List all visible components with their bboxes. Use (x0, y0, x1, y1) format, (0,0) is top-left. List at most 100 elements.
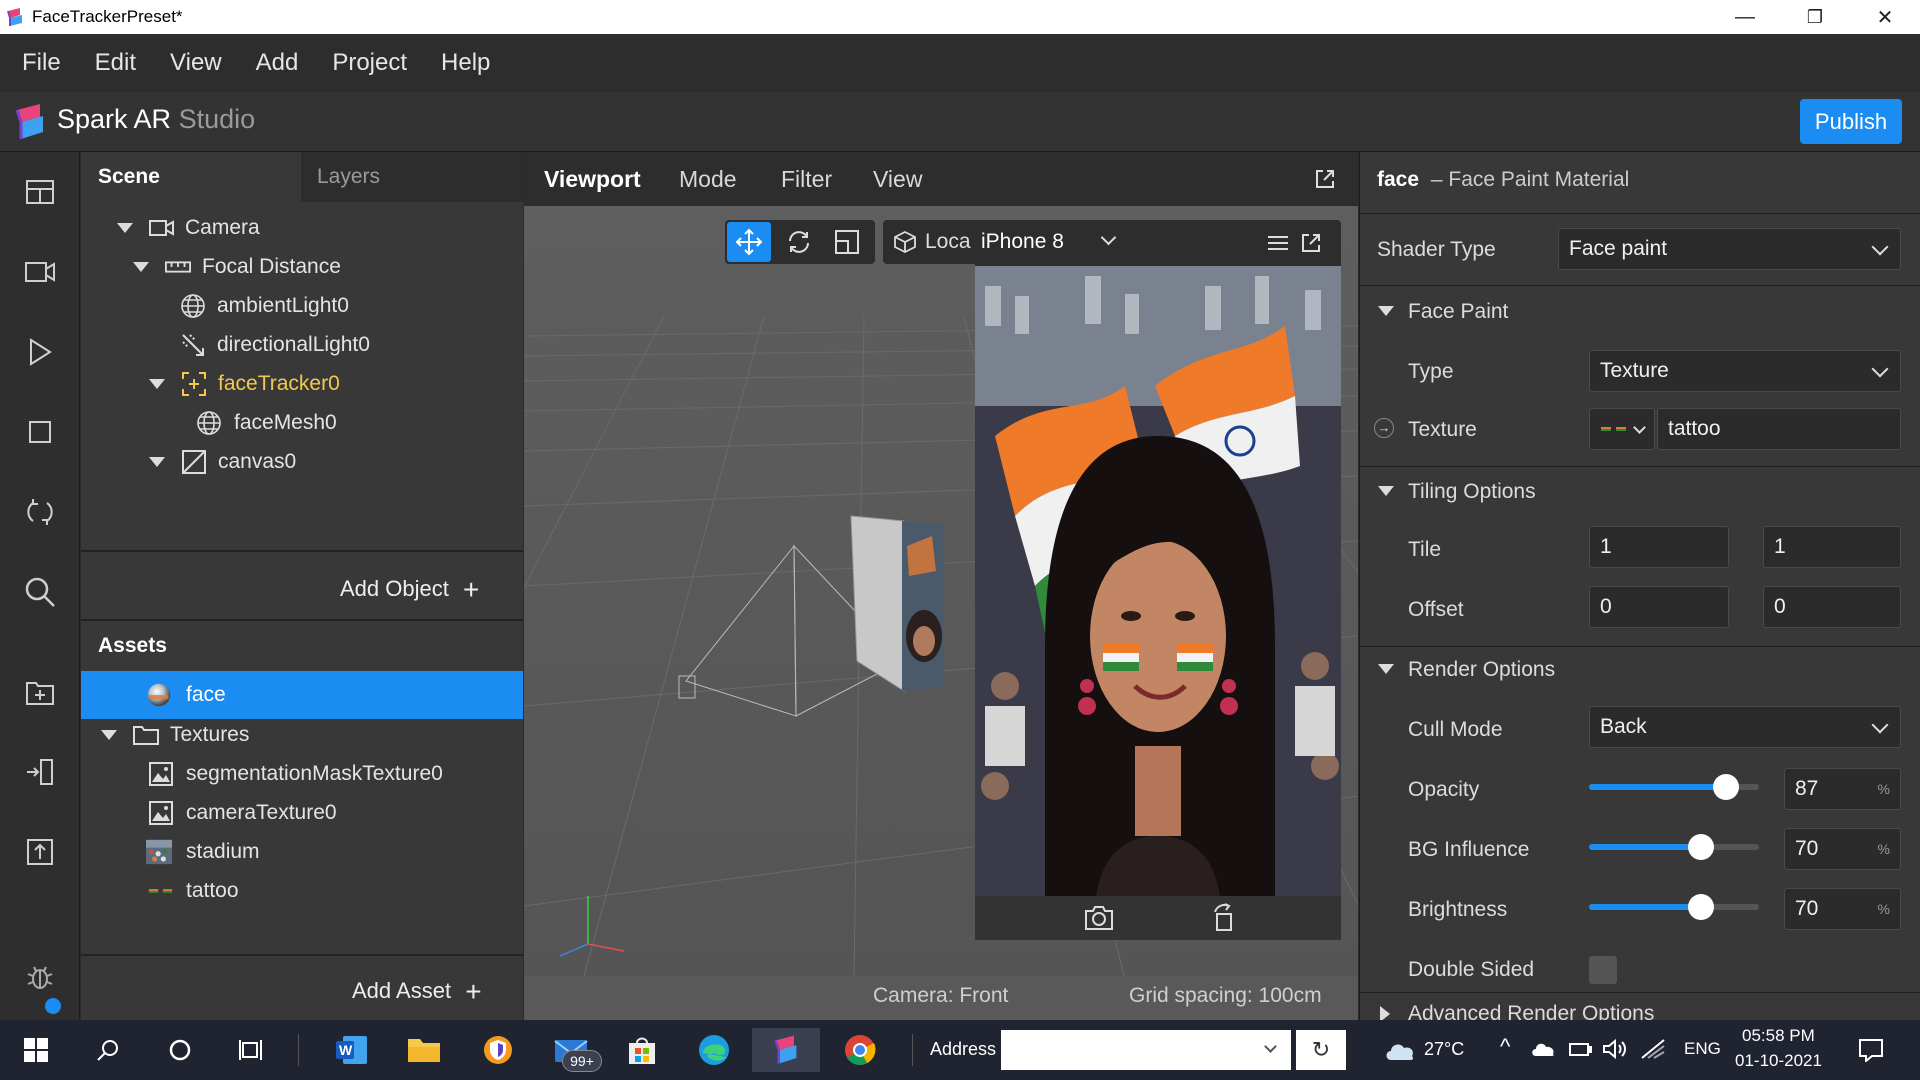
menu-file[interactable]: File (22, 49, 61, 77)
tiling-section[interactable]: Tiling Options (1360, 462, 1920, 522)
clock-date[interactable]: 01-10-2021 (1735, 1051, 1822, 1071)
search-button[interactable] (86, 1028, 130, 1072)
tile-y-input[interactable]: 1 (1763, 526, 1901, 568)
minimize-button[interactable]: — (1710, 0, 1780, 34)
spark-ar-app[interactable] (752, 1028, 820, 1072)
slider-handle[interactable] (1688, 894, 1714, 920)
clock-time[interactable]: 05:58 PM (1742, 1026, 1815, 1046)
rotate-device-icon[interactable] (1209, 902, 1239, 932)
spark-ar-logo-icon (15, 104, 43, 139)
tab-scene[interactable]: Scene (81, 152, 301, 202)
expand-arrow-icon[interactable] (117, 223, 133, 233)
chevron-up-icon[interactable]: ^ (1500, 1034, 1510, 1060)
asset-item-tattoo[interactable]: tattoo (81, 867, 523, 915)
layout-button[interactable] (20, 172, 60, 212)
arrow-right-icon[interactable]: → (1374, 418, 1394, 438)
device-select[interactable]: iPhone 8 (975, 220, 1135, 264)
type-select[interactable]: Texture (1589, 350, 1901, 392)
explorer-app[interactable] (402, 1028, 446, 1072)
move-tool-button[interactable] (727, 222, 771, 262)
restart-button[interactable] (20, 492, 60, 532)
wifi-icon[interactable] (1640, 1038, 1666, 1060)
menu-icon[interactable] (1267, 234, 1289, 252)
expand-arrow-icon[interactable] (149, 457, 165, 467)
rotate-tool-button[interactable] (777, 222, 821, 262)
chrome-app[interactable] (838, 1028, 882, 1072)
menu-project[interactable]: Project (332, 49, 407, 77)
preview-controls (975, 896, 1341, 940)
debug-button[interactable] (20, 957, 60, 997)
collapse-arrow-icon[interactable] (1378, 664, 1394, 674)
advanced-section[interactable]: Advanced Render Options (1360, 1000, 1920, 1020)
texture-thumb-select[interactable] (1589, 408, 1655, 450)
tree-item-canvas[interactable]: canvas0 (81, 438, 523, 486)
pop-out-icon[interactable] (1300, 232, 1322, 254)
brightness-input[interactable]: 70% (1784, 888, 1901, 930)
render-section[interactable]: Render Options (1360, 640, 1920, 700)
tile-row: Tile 1 1 (1360, 520, 1920, 580)
add-asset-button[interactable]: Add Asset + (352, 976, 482, 1008)
menu-view[interactable]: View (170, 49, 222, 77)
notification-icon[interactable] (1858, 1038, 1884, 1062)
expand-arrow-icon[interactable] (149, 379, 165, 389)
address-input[interactable] (1001, 1030, 1291, 1070)
tab-mode[interactable]: Mode (679, 166, 737, 193)
start-button[interactable] (14, 1028, 58, 1072)
screenshot-icon[interactable] (1083, 904, 1115, 932)
texture-value-field[interactable]: tattoo (1657, 408, 1901, 450)
expand-arrow-icon[interactable] (101, 730, 117, 740)
tab-viewport[interactable]: Viewport (544, 166, 641, 193)
import-button[interactable] (20, 752, 60, 792)
vpn-app[interactable] (476, 1028, 520, 1072)
menu-edit[interactable]: Edit (95, 49, 136, 77)
camera-label: Camera: Front (873, 984, 1009, 1007)
brightness-slider[interactable] (1589, 894, 1759, 920)
chevron-down-icon[interactable] (1264, 1040, 1277, 1053)
opacity-slider[interactable] (1589, 774, 1759, 800)
cull-mode-select[interactable]: Back (1589, 706, 1901, 748)
play-button[interactable] (20, 332, 60, 372)
expand-arrow-icon[interactable] (133, 262, 149, 272)
scale-tool-button[interactable] (825, 222, 869, 262)
task-view-button[interactable] (230, 1028, 274, 1072)
upload-button[interactable] (20, 832, 60, 872)
collapse-arrow-icon[interactable] (1378, 306, 1394, 316)
collapse-arrow-icon[interactable] (1378, 486, 1394, 496)
tab-view[interactable]: View (873, 166, 922, 193)
device-preview[interactable]: iPhone 8 (975, 220, 1341, 940)
add-object-button[interactable]: Add Object + (340, 574, 479, 606)
store-app[interactable] (620, 1028, 664, 1072)
volume-icon[interactable] (1602, 1038, 1628, 1060)
slider-handle[interactable] (1688, 834, 1714, 860)
edge-app[interactable] (692, 1028, 736, 1072)
offset-y-input[interactable]: 0 (1763, 586, 1901, 628)
close-button[interactable]: ✕ (1850, 0, 1920, 34)
double-sided-checkbox[interactable] (1589, 956, 1617, 984)
language-indicator[interactable]: ENG (1684, 1039, 1721, 1059)
word-app[interactable]: W (330, 1028, 374, 1072)
offset-x-input[interactable]: 0 (1589, 586, 1729, 628)
add-folder-button[interactable] (20, 672, 60, 712)
viewport-panel[interactable]: Viewport Mode Filter View Loca iPhone 8 … (524, 152, 1358, 1020)
face-paint-section[interactable]: Face Paint (1360, 282, 1920, 342)
pop-out-icon[interactable] (1314, 168, 1336, 190)
tile-x-input[interactable]: 1 (1589, 526, 1729, 568)
bg-influence-input[interactable]: 70% (1784, 828, 1901, 870)
collapse-arrow-icon[interactable] (1380, 1006, 1390, 1020)
refresh-button[interactable]: ↻ (1296, 1030, 1346, 1070)
menu-add[interactable]: Add (256, 49, 299, 77)
shader-type-select[interactable]: Face paint (1558, 228, 1901, 270)
opacity-input[interactable]: 87% (1784, 768, 1901, 810)
cortana-button[interactable] (158, 1028, 202, 1072)
tab-layers[interactable]: Layers (301, 152, 523, 202)
search-button[interactable] (20, 572, 60, 612)
restore-button[interactable]: ❐ (1780, 0, 1850, 34)
menu-help[interactable]: Help (441, 49, 490, 77)
slider-handle[interactable] (1713, 774, 1739, 800)
publish-button[interactable]: Publish (1800, 99, 1902, 144)
local-toggle[interactable]: Loca (883, 220, 983, 264)
tab-filter[interactable]: Filter (781, 166, 832, 193)
video-button[interactable] (20, 252, 60, 292)
stop-button[interactable] (20, 412, 60, 452)
bg-influence-slider[interactable] (1589, 834, 1759, 860)
